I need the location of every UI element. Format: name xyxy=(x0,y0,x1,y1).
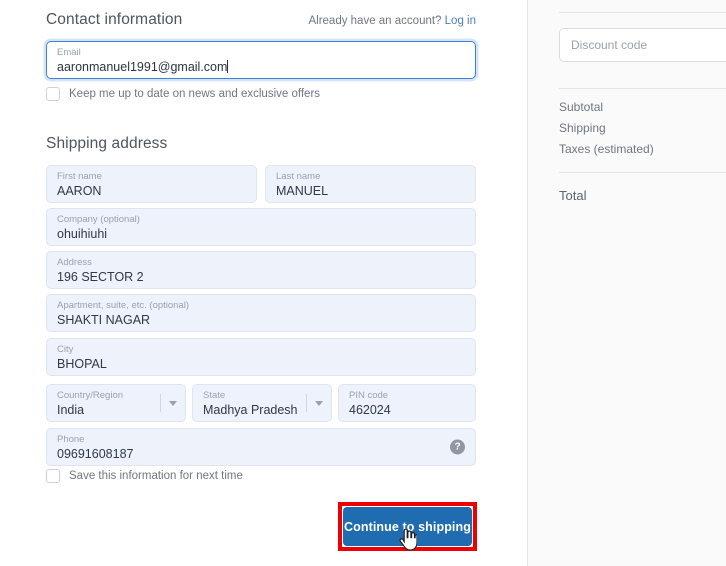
state-value: Madhya Pradesh xyxy=(203,403,298,417)
country-region-select[interactable]: Country/Region India xyxy=(46,384,186,422)
first-name-field[interactable]: First name AARON xyxy=(46,165,257,203)
last-name-label: Last name xyxy=(276,171,321,182)
save-info-checkbox-row[interactable]: Save this information for next time xyxy=(46,469,243,483)
summary-divider-bottom xyxy=(559,172,726,173)
pin-code-value: 462024 xyxy=(349,403,391,417)
country-region-value: India xyxy=(57,403,85,417)
summary-divider-top xyxy=(559,12,726,13)
state-label: State xyxy=(203,390,226,401)
summary-total-label: Total xyxy=(559,188,587,203)
newsletter-checkbox-row[interactable]: Keep me up to date on news and exclusive… xyxy=(46,87,320,101)
pin-code-field[interactable]: PIN code 462024 xyxy=(338,384,476,422)
contact-information-title: Contact information xyxy=(46,11,183,28)
email-field-value: aaronmanuel1991@gmail.com xyxy=(57,60,229,74)
save-info-checkbox-label: Save this information for next time xyxy=(69,470,243,482)
address-field[interactable]: Address 196 SECTOR 2 xyxy=(46,251,476,289)
country-region-label: Country/Region xyxy=(57,390,124,401)
shipping-address-title: Shipping address xyxy=(46,135,168,152)
newsletter-checkbox[interactable] xyxy=(46,87,60,101)
company-value: ohuihiuhi xyxy=(57,227,108,241)
state-select[interactable]: State Madhya Pradesh xyxy=(192,384,332,422)
phone-field[interactable]: Phone 09691608187 ? xyxy=(46,428,476,466)
phone-value: 09691608187 xyxy=(57,447,134,461)
summary-line-subtotal: Subtotal xyxy=(559,100,604,114)
company-label: Company (optional) xyxy=(57,214,140,225)
phone-label: Phone xyxy=(57,434,85,445)
apartment-value: SHAKTI NAGAR xyxy=(57,313,151,327)
pin-code-label: PIN code xyxy=(349,390,389,401)
discount-code-input[interactable]: Discount code xyxy=(559,28,726,62)
account-prompt: Already have an account? Log in xyxy=(308,15,476,27)
email-field[interactable]: Email aaronmanuel1991@gmail.com xyxy=(46,41,476,79)
address-value: 196 SECTOR 2 xyxy=(57,270,144,284)
company-field[interactable]: Company (optional) ohuihiuhi xyxy=(46,208,476,246)
first-name-value: AARON xyxy=(57,184,102,198)
help-circle-icon[interactable]: ? xyxy=(450,439,465,455)
newsletter-checkbox-label: Keep me up to date on news and exclusive… xyxy=(69,88,321,100)
summary-divider-middle xyxy=(559,88,726,89)
account-prompt-text: Already have an account? xyxy=(308,15,442,27)
last-name-value: MANUEL xyxy=(276,184,329,198)
city-label: City xyxy=(57,344,74,355)
last-name-field[interactable]: Last name MANUEL xyxy=(265,165,476,203)
continue-to-shipping-button[interactable]: Continue to shipping xyxy=(343,507,472,546)
apartment-label: Apartment, suite, etc. (optional) xyxy=(57,300,190,311)
summary-line-shipping: Shipping xyxy=(559,121,606,135)
address-label: Address xyxy=(57,257,92,268)
first-name-label: First name xyxy=(57,171,102,182)
city-value: BHOPAL xyxy=(57,357,107,371)
city-field[interactable]: City BHOPAL xyxy=(46,338,476,376)
save-info-checkbox[interactable] xyxy=(46,469,60,483)
state-chevron-down-icon xyxy=(299,385,323,421)
email-field-label: Email xyxy=(57,47,81,58)
country-chevron-down-icon xyxy=(153,385,177,421)
discount-code-placeholder: Discount code xyxy=(571,38,648,52)
order-summary-sidebar: Discount code Subtotal Shipping Taxes (e… xyxy=(527,0,726,566)
shipping-address-header: Shipping address xyxy=(46,135,476,153)
log-in-link[interactable]: Log in xyxy=(445,15,476,27)
checkout-page: Contact information Already have an acco… xyxy=(0,0,726,566)
checkout-main-column: Contact information Already have an acco… xyxy=(0,0,527,566)
summary-line-taxes: Taxes (estimated) xyxy=(559,142,654,156)
text-caret xyxy=(227,60,229,73)
apartment-field[interactable]: Apartment, suite, etc. (optional) SHAKTI… xyxy=(46,294,476,332)
contact-information-header: Contact information Already have an acco… xyxy=(46,11,476,29)
